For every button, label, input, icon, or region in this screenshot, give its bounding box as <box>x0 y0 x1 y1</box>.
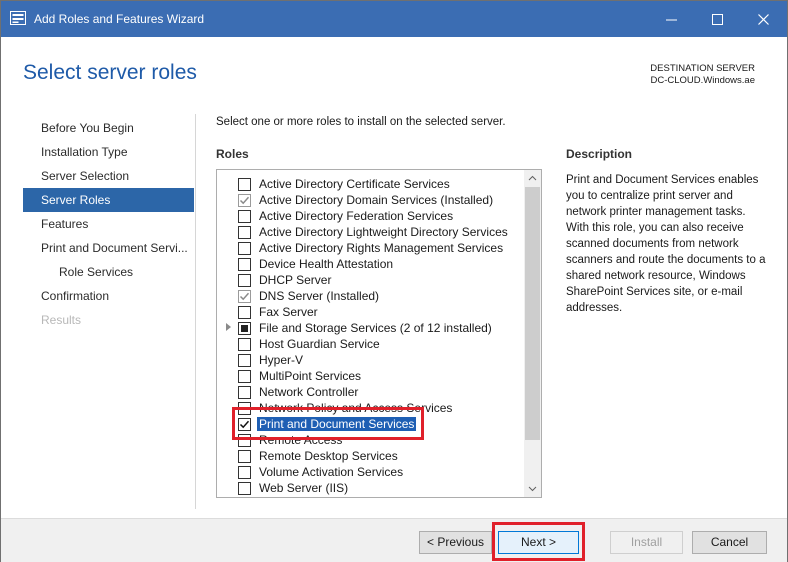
nav-divider <box>195 114 196 509</box>
description-text: Print and Document Services enables you … <box>566 174 766 314</box>
role-checkbox[interactable] <box>238 482 251 495</box>
role-item[interactable]: Active Directory Certificate Services <box>217 176 523 192</box>
role-checkbox[interactable] <box>238 354 251 367</box>
previous-button[interactable]: < Previous <box>419 531 492 554</box>
role-label: DNS Server (Installed) <box>259 289 380 303</box>
nav-item-features[interactable]: Features <box>23 212 194 236</box>
role-checkbox[interactable] <box>238 290 251 303</box>
role-checkbox[interactable] <box>238 338 251 351</box>
role-checkbox[interactable] <box>238 322 251 335</box>
role-label: Device Health Attestation <box>259 257 394 271</box>
role-checkbox[interactable] <box>238 370 251 383</box>
role-item[interactable]: Remote Desktop Services <box>217 448 523 464</box>
role-label: Volume Activation Services <box>259 465 404 479</box>
role-label: DHCP Server <box>259 273 332 287</box>
scroll-up-button[interactable] <box>524 170 541 187</box>
role-checkbox[interactable] <box>238 210 251 223</box>
role-item[interactable]: Active Directory Domain Services (Instal… <box>217 192 523 208</box>
role-item[interactable]: DNS Server (Installed) <box>217 288 523 304</box>
role-item[interactable]: Volume Activation Services <box>217 464 523 480</box>
role-item[interactable]: DHCP Server <box>217 272 523 288</box>
page-title: Select server roles <box>23 61 197 84</box>
checkmark-icon <box>239 196 250 205</box>
close-button[interactable] <box>741 1 787 37</box>
role-label: Host Guardian Service <box>259 337 380 351</box>
role-item[interactable]: Active Directory Lightweight Directory S… <box>217 224 523 240</box>
nav-item-server-selection[interactable]: Server Selection <box>23 164 194 188</box>
role-item[interactable]: File and Storage Services (2 of 12 insta… <box>217 320 523 336</box>
role-label: Remote Desktop Services <box>259 449 398 463</box>
cancel-button[interactable]: Cancel <box>692 531 767 554</box>
checkmark-icon <box>239 292 250 301</box>
chevron-up-icon <box>528 175 537 181</box>
scroll-down-button[interactable] <box>524 480 541 497</box>
role-label: Active Directory Federation Services <box>259 209 454 223</box>
nav-item-print-and-document-services[interactable]: Print and Document Servi... <box>23 236 194 260</box>
nav-item-role-services[interactable]: Role Services <box>23 260 194 284</box>
role-checkbox[interactable] <box>238 306 251 319</box>
install-button: Install <box>610 531 683 554</box>
role-label: Active Directory Domain Services (Instal… <box>259 193 494 207</box>
role-checkbox[interactable] <box>238 242 251 255</box>
close-icon <box>758 14 769 25</box>
role-label: Web Server (IIS) <box>259 481 349 495</box>
title-bar[interactable]: Add Roles and Features Wizard <box>1 1 787 37</box>
wizard-navigation: Before You Begin Installation Type Serve… <box>23 116 194 332</box>
role-checkbox[interactable] <box>238 258 251 271</box>
role-label: MultiPoint Services <box>259 369 362 383</box>
nav-item-server-roles[interactable]: Server Roles <box>23 188 194 212</box>
role-item[interactable]: Web Server (IIS) <box>217 480 523 496</box>
role-label: Active Directory Rights Management Servi… <box>259 241 504 255</box>
role-label: Active Directory Lightweight Directory S… <box>259 225 508 239</box>
highlight-print-and-document-services <box>232 407 424 440</box>
chevron-down-icon <box>528 486 537 492</box>
role-item[interactable]: Device Health Attestation <box>217 256 523 272</box>
role-item[interactable]: Fax Server <box>217 304 523 320</box>
wizard-window: Add Roles and Features Wizard Select ser… <box>0 0 788 562</box>
role-checkbox[interactable] <box>238 194 251 207</box>
role-item[interactable]: Hyper-V <box>217 352 523 368</box>
role-checkbox[interactable] <box>238 466 251 479</box>
nav-item-confirmation[interactable]: Confirmation <box>23 284 194 308</box>
destination-server-name: DC-CLOUD.Windows.ae <box>650 75 755 86</box>
description-heading: Description <box>566 147 633 161</box>
role-item[interactable]: Network Controller <box>217 384 523 400</box>
roles-heading: Roles <box>216 147 249 161</box>
role-label: Active Directory Certificate Services <box>259 177 450 191</box>
role-item[interactable]: MultiPoint Services <box>217 368 523 384</box>
nav-item-before-you-begin[interactable]: Before You Begin <box>23 116 194 140</box>
highlight-next-button <box>492 522 585 561</box>
role-label: Hyper-V <box>259 353 304 367</box>
minimize-button[interactable] <box>649 1 695 37</box>
role-checkbox[interactable] <box>238 274 251 287</box>
maximize-icon <box>712 14 723 25</box>
role-item[interactable]: Active Directory Federation Services <box>217 208 523 224</box>
roles-scrollbar[interactable] <box>524 170 541 497</box>
role-label: File and Storage Services (2 of 12 insta… <box>259 321 492 335</box>
nav-item-installation-type[interactable]: Installation Type <box>23 140 194 164</box>
server-manager-icon <box>10 11 26 25</box>
instruction-text: Select one or more roles to install on t… <box>216 116 506 128</box>
destination-server-label: DESTINATION SERVER <box>650 63 755 74</box>
scroll-thumb[interactable] <box>525 187 540 440</box>
role-checkbox[interactable] <box>238 450 251 463</box>
role-checkbox[interactable] <box>238 226 251 239</box>
role-item[interactable]: Active Directory Rights Management Servi… <box>217 240 523 256</box>
roles-list[interactable]: Active Directory Certificate Services Act… <box>216 169 542 498</box>
expand-arrow-icon[interactable] <box>226 323 231 331</box>
role-label: Fax Server <box>259 305 318 319</box>
nav-item-results: Results <box>41 313 82 327</box>
role-checkbox[interactable] <box>238 178 251 191</box>
role-label: Network Controller <box>259 385 359 399</box>
maximize-button[interactable] <box>695 1 741 37</box>
minimize-icon <box>666 19 677 21</box>
role-item[interactable]: Host Guardian Service <box>217 336 523 352</box>
window-title: Add Roles and Features Wizard <box>34 12 205 26</box>
role-checkbox[interactable] <box>238 386 251 399</box>
